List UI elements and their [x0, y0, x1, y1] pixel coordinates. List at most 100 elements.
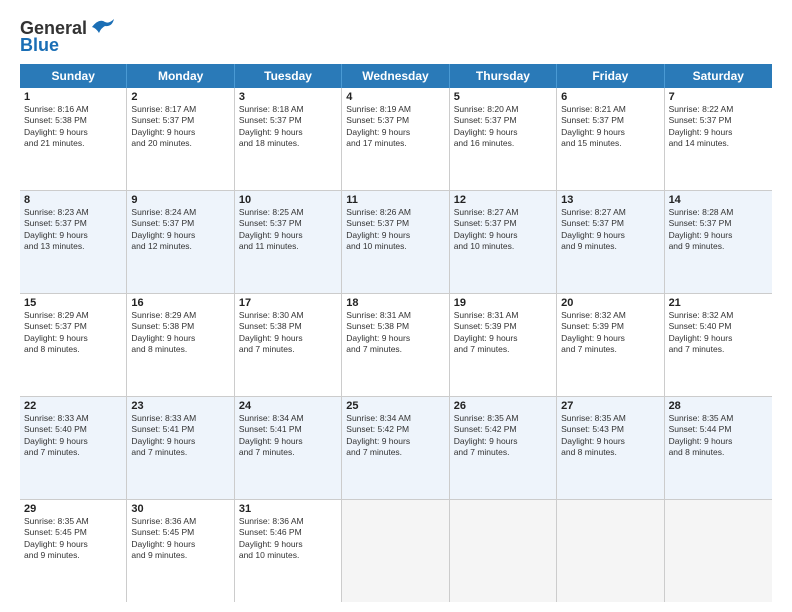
day-number: 11 [346, 194, 444, 206]
logo-blue: Blue [20, 35, 59, 56]
calendar-cell-day-26: 26 Sunrise: 8:35 AMSunset: 5:42 PMDaylig… [450, 397, 557, 499]
day-number: 13 [561, 194, 659, 206]
cell-info: Sunrise: 8:31 AMSunset: 5:39 PMDaylight:… [454, 310, 519, 354]
day-number: 3 [239, 91, 337, 103]
calendar-cell-day-6: 6 Sunrise: 8:21 AMSunset: 5:37 PMDayligh… [557, 88, 664, 190]
calendar-cell-day-1: 1 Sunrise: 8:16 AMSunset: 5:38 PMDayligh… [20, 88, 127, 190]
calendar-row-1: 8 Sunrise: 8:23 AMSunset: 5:37 PMDayligh… [20, 191, 772, 294]
calendar-cell-day-25: 25 Sunrise: 8:34 AMSunset: 5:42 PMDaylig… [342, 397, 449, 499]
calendar-cell-day-14: 14 Sunrise: 8:28 AMSunset: 5:37 PMDaylig… [665, 191, 772, 293]
header: General Blue [20, 18, 772, 56]
cell-info: Sunrise: 8:33 AMSunset: 5:40 PMDaylight:… [24, 413, 89, 457]
cell-info: Sunrise: 8:30 AMSunset: 5:38 PMDaylight:… [239, 310, 304, 354]
calendar-cell-day-2: 2 Sunrise: 8:17 AMSunset: 5:37 PMDayligh… [127, 88, 234, 190]
cell-info: Sunrise: 8:28 AMSunset: 5:37 PMDaylight:… [669, 207, 734, 251]
day-number: 27 [561, 400, 659, 412]
cell-info: Sunrise: 8:21 AMSunset: 5:37 PMDaylight:… [561, 104, 626, 148]
calendar-header: Sunday Monday Tuesday Wednesday Thursday… [20, 64, 772, 88]
day-number: 10 [239, 194, 337, 206]
cell-info: Sunrise: 8:26 AMSunset: 5:37 PMDaylight:… [346, 207, 411, 251]
day-number: 4 [346, 91, 444, 103]
col-sunday: Sunday [20, 64, 127, 88]
cell-info: Sunrise: 8:18 AMSunset: 5:37 PMDaylight:… [239, 104, 304, 148]
calendar-row-3: 22 Sunrise: 8:33 AMSunset: 5:40 PMDaylig… [20, 397, 772, 500]
day-number: 25 [346, 400, 444, 412]
cell-info: Sunrise: 8:33 AMSunset: 5:41 PMDaylight:… [131, 413, 196, 457]
day-number: 20 [561, 297, 659, 309]
calendar-cell-day-17: 17 Sunrise: 8:30 AMSunset: 5:38 PMDaylig… [235, 294, 342, 396]
calendar-cell-day-20: 20 Sunrise: 8:32 AMSunset: 5:39 PMDaylig… [557, 294, 664, 396]
calendar-cell-empty [557, 500, 664, 602]
cell-info: Sunrise: 8:22 AMSunset: 5:37 PMDaylight:… [669, 104, 734, 148]
calendar-cell-day-18: 18 Sunrise: 8:31 AMSunset: 5:38 PMDaylig… [342, 294, 449, 396]
calendar-cell-day-24: 24 Sunrise: 8:34 AMSunset: 5:41 PMDaylig… [235, 397, 342, 499]
day-number: 29 [24, 503, 122, 515]
cell-info: Sunrise: 8:35 AMSunset: 5:44 PMDaylight:… [669, 413, 734, 457]
day-number: 31 [239, 503, 337, 515]
cell-info: Sunrise: 8:27 AMSunset: 5:37 PMDaylight:… [454, 207, 519, 251]
col-wednesday: Wednesday [342, 64, 449, 88]
cell-info: Sunrise: 8:36 AMSunset: 5:45 PMDaylight:… [131, 516, 196, 560]
calendar-cell-day-10: 10 Sunrise: 8:25 AMSunset: 5:37 PMDaylig… [235, 191, 342, 293]
day-number: 7 [669, 91, 768, 103]
cell-info: Sunrise: 8:29 AMSunset: 5:38 PMDaylight:… [131, 310, 196, 354]
cell-info: Sunrise: 8:35 AMSunset: 5:45 PMDaylight:… [24, 516, 89, 560]
calendar-cell-day-19: 19 Sunrise: 8:31 AMSunset: 5:39 PMDaylig… [450, 294, 557, 396]
day-number: 28 [669, 400, 768, 412]
cell-info: Sunrise: 8:24 AMSunset: 5:37 PMDaylight:… [131, 207, 196, 251]
day-number: 22 [24, 400, 122, 412]
calendar-cell-day-8: 8 Sunrise: 8:23 AMSunset: 5:37 PMDayligh… [20, 191, 127, 293]
cell-info: Sunrise: 8:19 AMSunset: 5:37 PMDaylight:… [346, 104, 411, 148]
calendar-cell-day-22: 22 Sunrise: 8:33 AMSunset: 5:40 PMDaylig… [20, 397, 127, 499]
day-number: 24 [239, 400, 337, 412]
cell-info: Sunrise: 8:17 AMSunset: 5:37 PMDaylight:… [131, 104, 196, 148]
day-number: 5 [454, 91, 552, 103]
day-number: 30 [131, 503, 229, 515]
day-number: 12 [454, 194, 552, 206]
calendar-row-2: 15 Sunrise: 8:29 AMSunset: 5:37 PMDaylig… [20, 294, 772, 397]
cell-info: Sunrise: 8:35 AMSunset: 5:43 PMDaylight:… [561, 413, 626, 457]
calendar-cell-empty [342, 500, 449, 602]
calendar-cell-day-30: 30 Sunrise: 8:36 AMSunset: 5:45 PMDaylig… [127, 500, 234, 602]
cell-info: Sunrise: 8:31 AMSunset: 5:38 PMDaylight:… [346, 310, 411, 354]
cell-info: Sunrise: 8:27 AMSunset: 5:37 PMDaylight:… [561, 207, 626, 251]
cell-info: Sunrise: 8:34 AMSunset: 5:41 PMDaylight:… [239, 413, 304, 457]
cell-info: Sunrise: 8:32 AMSunset: 5:40 PMDaylight:… [669, 310, 734, 354]
col-saturday: Saturday [665, 64, 772, 88]
calendar-cell-day-23: 23 Sunrise: 8:33 AMSunset: 5:41 PMDaylig… [127, 397, 234, 499]
calendar-cell-empty [665, 500, 772, 602]
calendar-body: 1 Sunrise: 8:16 AMSunset: 5:38 PMDayligh… [20, 88, 772, 602]
day-number: 9 [131, 194, 229, 206]
calendar-cell-day-21: 21 Sunrise: 8:32 AMSunset: 5:40 PMDaylig… [665, 294, 772, 396]
cell-info: Sunrise: 8:23 AMSunset: 5:37 PMDaylight:… [24, 207, 89, 251]
day-number: 21 [669, 297, 768, 309]
cell-info: Sunrise: 8:29 AMSunset: 5:37 PMDaylight:… [24, 310, 89, 354]
cell-info: Sunrise: 8:16 AMSunset: 5:38 PMDaylight:… [24, 104, 89, 148]
day-number: 6 [561, 91, 659, 103]
calendar-row-4: 29 Sunrise: 8:35 AMSunset: 5:45 PMDaylig… [20, 500, 772, 602]
col-thursday: Thursday [450, 64, 557, 88]
cell-info: Sunrise: 8:32 AMSunset: 5:39 PMDaylight:… [561, 310, 626, 354]
calendar-cell-day-11: 11 Sunrise: 8:26 AMSunset: 5:37 PMDaylig… [342, 191, 449, 293]
calendar-cell-day-9: 9 Sunrise: 8:24 AMSunset: 5:37 PMDayligh… [127, 191, 234, 293]
calendar-cell-day-4: 4 Sunrise: 8:19 AMSunset: 5:37 PMDayligh… [342, 88, 449, 190]
calendar: Sunday Monday Tuesday Wednesday Thursday… [20, 64, 772, 602]
day-number: 8 [24, 194, 122, 206]
day-number: 23 [131, 400, 229, 412]
calendar-cell-day-16: 16 Sunrise: 8:29 AMSunset: 5:38 PMDaylig… [127, 294, 234, 396]
calendar-cell-day-31: 31 Sunrise: 8:36 AMSunset: 5:46 PMDaylig… [235, 500, 342, 602]
calendar-cell-day-12: 12 Sunrise: 8:27 AMSunset: 5:37 PMDaylig… [450, 191, 557, 293]
day-number: 18 [346, 297, 444, 309]
bird-icon [90, 17, 114, 35]
day-number: 14 [669, 194, 768, 206]
day-number: 17 [239, 297, 337, 309]
day-number: 26 [454, 400, 552, 412]
page: General Blue Sunday Monday Tuesday Wedne… [0, 0, 792, 612]
calendar-cell-day-5: 5 Sunrise: 8:20 AMSunset: 5:37 PMDayligh… [450, 88, 557, 190]
day-number: 1 [24, 91, 122, 103]
day-number: 19 [454, 297, 552, 309]
logo-block: General Blue [20, 18, 114, 56]
calendar-cell-day-7: 7 Sunrise: 8:22 AMSunset: 5:37 PMDayligh… [665, 88, 772, 190]
day-number: 15 [24, 297, 122, 309]
calendar-cell-empty [450, 500, 557, 602]
